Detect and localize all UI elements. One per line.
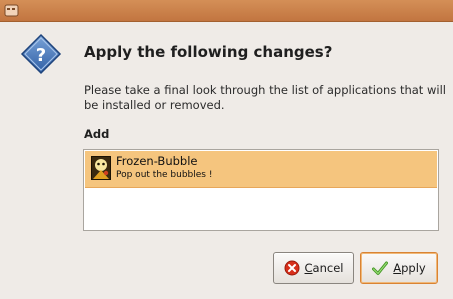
- dialog-heading: Apply the following changes?: [84, 43, 333, 61]
- changes-list[interactable]: Frozen-Bubble Pop out the bubbles !: [83, 149, 439, 231]
- frozen-bubble-icon: [91, 156, 111, 180]
- app-summary: Pop out the bubbles !: [116, 170, 213, 180]
- cancel-button[interactable]: Cancel: [273, 252, 354, 284]
- apply-label: Apply: [393, 261, 426, 275]
- dialog-description: Please take a final look through the lis…: [84, 83, 446, 112]
- svg-text:?: ?: [36, 45, 46, 66]
- apply-button[interactable]: Apply: [360, 252, 438, 284]
- titlebar[interactable]: [0, 0, 453, 22]
- list-item[interactable]: Frozen-Bubble Pop out the bubbles !: [85, 151, 437, 188]
- question-icon: ?: [20, 33, 62, 75]
- section-label-add: Add: [84, 127, 110, 141]
- apply-check-icon: [372, 261, 389, 275]
- cancel-icon: [284, 260, 300, 276]
- package-manager-icon: [4, 4, 19, 17]
- app-name: Frozen-Bubble: [116, 154, 198, 168]
- cancel-label: Cancel: [304, 261, 344, 275]
